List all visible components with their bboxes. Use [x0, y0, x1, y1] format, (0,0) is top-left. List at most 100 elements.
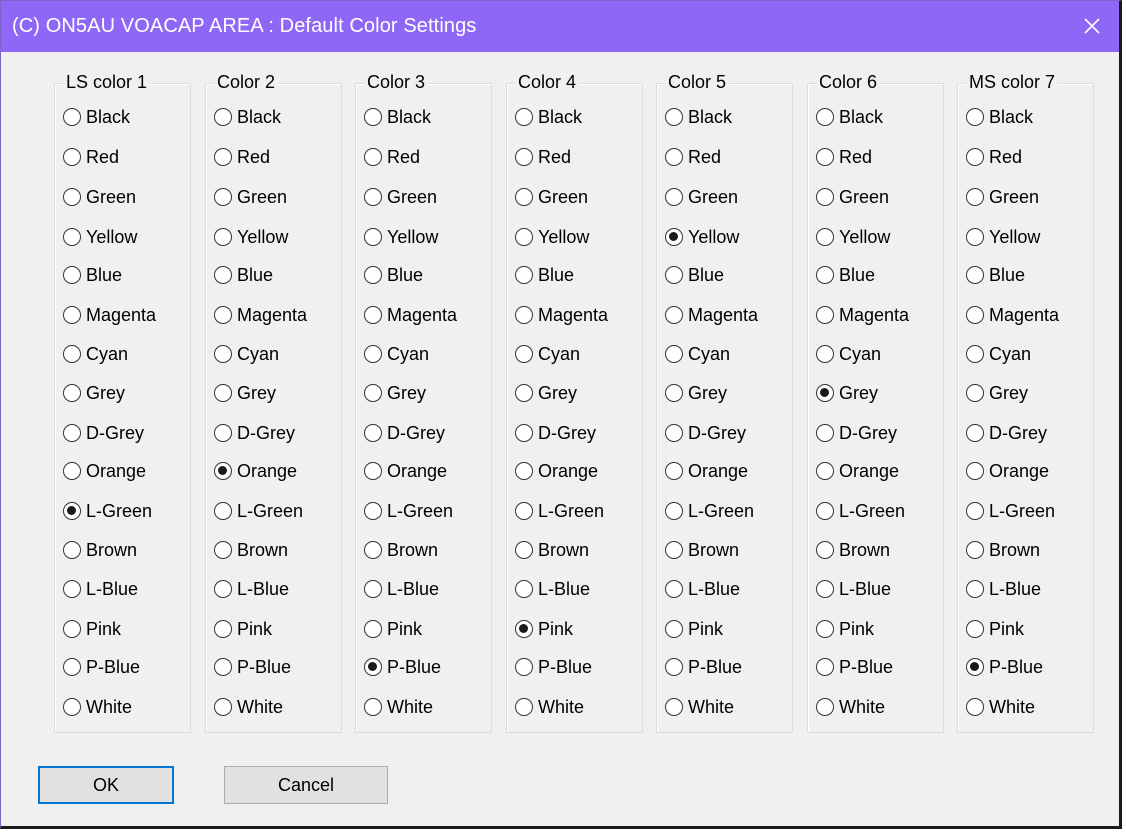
radio-option-l-blue[interactable]: L-Blue [665, 576, 740, 602]
radio-option-brown[interactable]: Brown [214, 537, 288, 563]
radio-unchecked-icon[interactable] [665, 620, 683, 638]
radio-checked-icon[interactable] [364, 658, 382, 676]
radio-checked-icon[interactable] [63, 502, 81, 520]
radio-option-magenta[interactable]: Magenta [966, 302, 1059, 328]
radio-option-black[interactable]: Black [214, 104, 281, 130]
radio-unchecked-icon[interactable] [966, 345, 984, 363]
radio-option-blue[interactable]: Blue [966, 262, 1025, 288]
radio-option-l-blue[interactable]: L-Blue [966, 576, 1041, 602]
radio-option-l-green[interactable]: L-Green [515, 498, 604, 524]
radio-unchecked-icon[interactable] [515, 541, 533, 559]
radio-unchecked-icon[interactable] [214, 658, 232, 676]
radio-option-blue[interactable]: Blue [515, 262, 574, 288]
radio-option-l-green[interactable]: L-Green [665, 498, 754, 524]
radio-option-yellow[interactable]: Yellow [63, 224, 137, 250]
radio-unchecked-icon[interactable] [816, 698, 834, 716]
radio-unchecked-icon[interactable] [364, 541, 382, 559]
radio-option-black[interactable]: Black [816, 104, 883, 130]
radio-option-p-blue[interactable]: P-Blue [63, 654, 140, 680]
radio-unchecked-icon[interactable] [214, 541, 232, 559]
radio-unchecked-icon[interactable] [214, 502, 232, 520]
radio-unchecked-icon[interactable] [364, 502, 382, 520]
radio-option-red[interactable]: Red [63, 144, 119, 170]
radio-option-grey[interactable]: Grey [515, 380, 577, 406]
ok-button[interactable]: OK [38, 766, 174, 804]
radio-unchecked-icon[interactable] [665, 462, 683, 480]
radio-unchecked-icon[interactable] [816, 541, 834, 559]
radio-option-blue[interactable]: Blue [214, 262, 273, 288]
radio-option-blue[interactable]: Blue [665, 262, 724, 288]
radio-option-green[interactable]: Green [966, 184, 1039, 210]
radio-unchecked-icon[interactable] [966, 462, 984, 480]
radio-option-black[interactable]: Black [966, 104, 1033, 130]
radio-option-l-blue[interactable]: L-Blue [515, 576, 590, 602]
radio-option-pink[interactable]: Pink [816, 616, 874, 642]
radio-option-grey[interactable]: Grey [966, 380, 1028, 406]
radio-unchecked-icon[interactable] [515, 502, 533, 520]
radio-unchecked-icon[interactable] [665, 698, 683, 716]
radio-option-brown[interactable]: Brown [364, 537, 438, 563]
radio-option-black[interactable]: Black [364, 104, 431, 130]
radio-option-white[interactable]: White [515, 694, 584, 720]
radio-unchecked-icon[interactable] [816, 620, 834, 638]
radio-option-orange[interactable]: Orange [665, 458, 748, 484]
radio-option-p-blue[interactable]: P-Blue [966, 654, 1043, 680]
radio-option-magenta[interactable]: Magenta [214, 302, 307, 328]
radio-option-l-green[interactable]: L-Green [214, 498, 303, 524]
radio-option-l-green[interactable]: L-Green [966, 498, 1055, 524]
radio-unchecked-icon[interactable] [214, 698, 232, 716]
radio-unchecked-icon[interactable] [214, 188, 232, 206]
radio-option-cyan[interactable]: Cyan [665, 341, 730, 367]
radio-option-pink[interactable]: Pink [364, 616, 422, 642]
radio-unchecked-icon[interactable] [816, 266, 834, 284]
radio-checked-icon[interactable] [665, 228, 683, 246]
radio-unchecked-icon[interactable] [515, 108, 533, 126]
radio-checked-icon[interactable] [816, 384, 834, 402]
radio-option-blue[interactable]: Blue [63, 262, 122, 288]
radio-option-cyan[interactable]: Cyan [515, 341, 580, 367]
radio-option-orange[interactable]: Orange [515, 458, 598, 484]
radio-unchecked-icon[interactable] [214, 108, 232, 126]
radio-unchecked-icon[interactable] [665, 502, 683, 520]
radio-unchecked-icon[interactable] [966, 108, 984, 126]
radio-option-l-green[interactable]: L-Green [816, 498, 905, 524]
radio-unchecked-icon[interactable] [515, 266, 533, 284]
radio-option-d-grey[interactable]: D-Grey [816, 420, 897, 446]
radio-option-p-blue[interactable]: P-Blue [214, 654, 291, 680]
radio-unchecked-icon[interactable] [214, 306, 232, 324]
title-bar[interactable]: (C) ON5AU VOACAP AREA : Default Color Se… [1, 1, 1119, 52]
radio-option-green[interactable]: Green [515, 184, 588, 210]
radio-checked-icon[interactable] [214, 462, 232, 480]
radio-unchecked-icon[interactable] [63, 424, 81, 442]
radio-unchecked-icon[interactable] [515, 188, 533, 206]
radio-option-white[interactable]: White [214, 694, 283, 720]
radio-option-yellow[interactable]: Yellow [665, 224, 739, 250]
radio-option-brown[interactable]: Brown [515, 537, 589, 563]
radio-option-orange[interactable]: Orange [364, 458, 447, 484]
radio-option-magenta[interactable]: Magenta [665, 302, 758, 328]
radio-unchecked-icon[interactable] [214, 424, 232, 442]
radio-option-yellow[interactable]: Yellow [515, 224, 589, 250]
radio-unchecked-icon[interactable] [364, 188, 382, 206]
radio-unchecked-icon[interactable] [63, 462, 81, 480]
radio-option-l-blue[interactable]: L-Blue [364, 576, 439, 602]
radio-option-p-blue[interactable]: P-Blue [665, 654, 742, 680]
radio-unchecked-icon[interactable] [364, 266, 382, 284]
radio-option-pink[interactable]: Pink [214, 616, 272, 642]
radio-option-black[interactable]: Black [515, 104, 582, 130]
radio-option-brown[interactable]: Brown [63, 537, 137, 563]
radio-unchecked-icon[interactable] [515, 658, 533, 676]
radio-option-red[interactable]: Red [816, 144, 872, 170]
radio-option-d-grey[interactable]: D-Grey [364, 420, 445, 446]
radio-unchecked-icon[interactable] [665, 580, 683, 598]
radio-unchecked-icon[interactable] [214, 384, 232, 402]
radio-option-d-grey[interactable]: D-Grey [966, 420, 1047, 446]
radio-unchecked-icon[interactable] [665, 188, 683, 206]
radio-unchecked-icon[interactable] [816, 658, 834, 676]
radio-option-brown[interactable]: Brown [665, 537, 739, 563]
radio-option-red[interactable]: Red [966, 144, 1022, 170]
radio-option-red[interactable]: Red [665, 144, 721, 170]
radio-option-brown[interactable]: Brown [816, 537, 890, 563]
radio-option-green[interactable]: Green [816, 184, 889, 210]
radio-option-l-green[interactable]: L-Green [364, 498, 453, 524]
